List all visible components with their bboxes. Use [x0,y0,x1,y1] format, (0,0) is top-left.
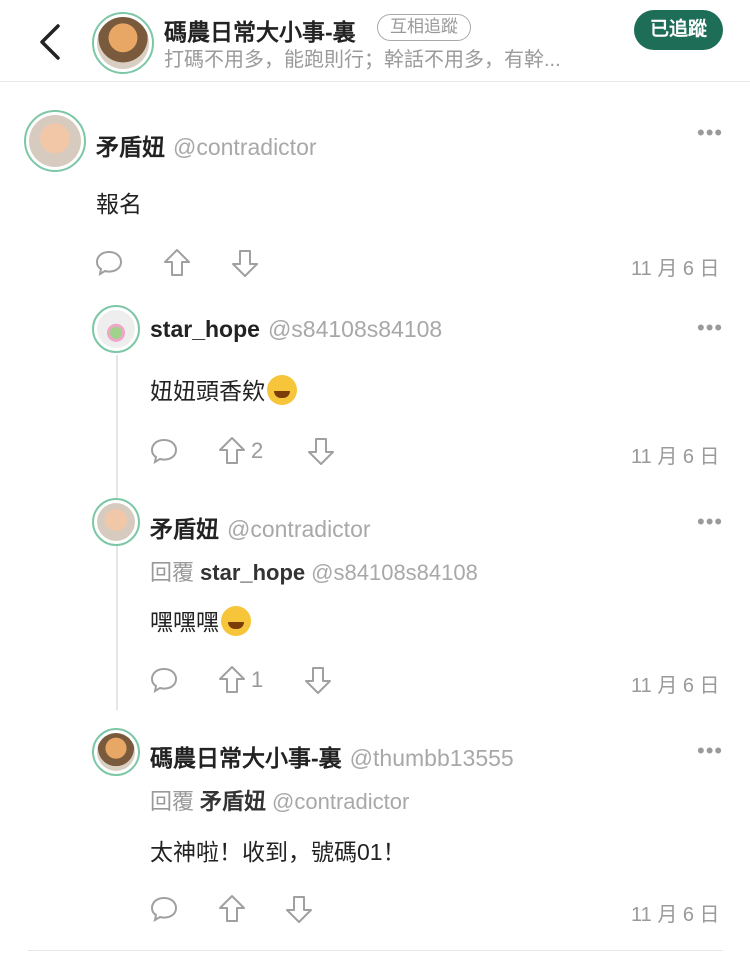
comment-author: star_hope @s84108s84108 [150,316,442,343]
avatar[interactable] [92,305,140,353]
comment-text: 嘿嘿嘿 [150,603,251,637]
page-header: 碼農日常大小事-裏 互相追蹤 打碼不用多，能跑則行；幹話不用多，有幹... 已追… [0,0,750,82]
bottom-divider [28,950,723,951]
arrow-up-icon[interactable] [218,894,246,924]
channel-title: 碼農日常大小事-裏 [164,19,356,45]
more-options-icon[interactable]: ••• [697,509,723,535]
following-button[interactable]: 已追蹤 [634,10,723,50]
more-options-icon[interactable]: ••• [697,315,723,341]
comment-bubble-icon[interactable] [150,896,178,922]
comment-bubble-icon[interactable] [150,438,178,464]
reply-target-name[interactable]: 矛盾妞 [200,789,266,814]
reply-to-line: 回覆 star_hope @s84108s84108 [150,555,478,587]
comment-author: 矛盾妞 @contradictor [96,128,317,162]
comment-author: 矛盾妞 @contradictor [150,510,371,544]
comment-text: 太神啦！收到，號碼01！ [150,839,406,865]
comment-author: 碼農日常大小事-裏 @thumbb13555 [150,739,514,773]
comment-text-content: 妞妞頭香欸 [150,378,265,404]
tears-of-joy-emoji-icon [267,375,297,405]
avatar[interactable] [92,728,140,776]
avatar[interactable] [92,498,140,546]
author-name[interactable]: 碼農日常大小事-裏 [150,745,342,771]
upvote-count: 1 [251,667,264,692]
author-name[interactable]: star_hope [150,316,260,342]
author-handle: @contradictor [227,516,371,542]
arrow-down-icon[interactable] [285,894,313,924]
comment-bubble-icon[interactable] [95,250,123,276]
comment-date: 11 月 6 日 [631,904,720,926]
reply-label: 回覆 [150,789,195,814]
comment-text: 報名 [96,191,142,217]
author-name[interactable]: 矛盾妞 [150,516,219,542]
channel-subtitle: 打碼不用多，能跑則行；幹話不用多，有幹... [164,49,561,71]
reply-target-handle: @contradictor [272,789,410,814]
comment-date: 11 月 6 日 [631,675,720,697]
comment-text: 妞妞頭香欸 [150,372,297,406]
author-handle: @contradictor [173,134,317,160]
arrow-down-icon[interactable] [307,436,335,466]
comment-date: 11 月 6 日 [631,446,720,468]
reply-target-handle: @s84108s84108 [311,560,478,585]
comment-bubble-icon[interactable] [150,667,178,693]
reply-target-name[interactable]: star_hope [200,560,305,585]
author-name[interactable]: 矛盾妞 [96,134,165,160]
grinning-emoji-icon [221,606,251,636]
comment-text-content: 嘿嘿嘿 [150,609,219,635]
author-handle: @s84108s84108 [267,316,443,342]
arrow-up-icon[interactable] [218,436,246,466]
arrow-down-icon[interactable] [304,665,332,695]
more-options-icon[interactable]: ••• [697,738,723,764]
back-chevron-icon[interactable] [36,22,66,62]
arrow-up-icon[interactable] [163,248,191,278]
comment-date: 11 月 6 日 [631,258,720,280]
arrow-up-icon[interactable] [218,665,246,695]
mutual-follow-badge: 互相追蹤 [377,14,471,41]
channel-avatar[interactable] [92,12,154,74]
reply-label: 回覆 [150,560,195,585]
avatar[interactable] [24,110,86,172]
more-options-icon[interactable]: ••• [697,120,723,146]
upvote-count: 2 [251,438,264,463]
author-handle: @thumbb13555 [349,745,514,771]
arrow-down-icon[interactable] [231,248,259,278]
reply-to-line: 回覆 矛盾妞 @contradictor [150,784,409,816]
